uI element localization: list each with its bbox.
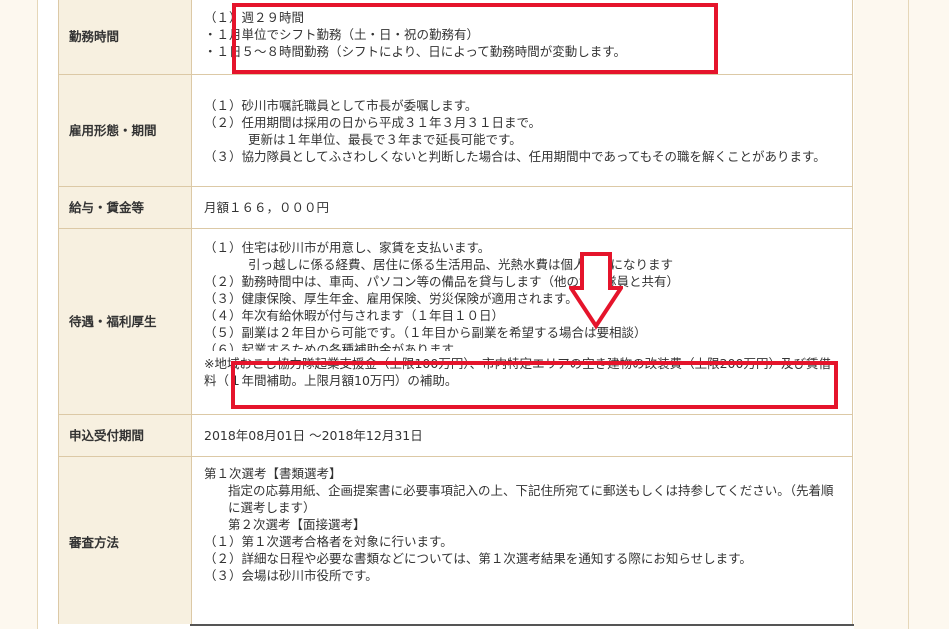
- text-line: （１）砂川市嘱託職員として市長が委嘱します。: [204, 97, 478, 113]
- text-line: （２）詳細な日程や必要な書類などについては、第１次選考結果を通知する際にお知らせ…: [204, 551, 752, 566]
- row-header: 雇用形態・期間: [58, 74, 192, 187]
- text-line: （２）勤務時間中は、車両、パソコン等の備品を貸与します（他の協力隊員と共有）: [204, 274, 680, 289]
- table-row-application-period: 申込受付期間 2018年08月01日 ～2018年12月31日: [58, 414, 853, 457]
- text-line: （１）住宅は砂川市が用意し、家賃を支払います。: [204, 240, 491, 255]
- text-line: 第２次選考【面接選考】: [228, 517, 366, 532]
- text-line: 第１次選考【書類選考】: [204, 466, 342, 481]
- down-arrow-icon: [569, 252, 623, 330]
- table-row-employment: 雇用形態・期間 （１）砂川市嘱託職員として市長が委嘱します。 （２）任用期間は採…: [58, 74, 853, 187]
- text-line: （１）第１次選考合格者を対象に行います。: [204, 534, 453, 549]
- text-line: （３）会場は砂川市役所です。: [204, 568, 378, 583]
- row-content: 2018年08月01日 ～2018年12月31日: [191, 414, 853, 457]
- text-line: （３）健康保険、厚生年金、雇用保険、労災保険が適用されます。: [204, 291, 578, 306]
- row-content: 第１次選考【書類選考】 指定の応募用紙、企画提案書に必要事項記入の上、下記住所宛…: [191, 456, 853, 629]
- recruitment-info-table: 勤務時間 （１）週２９時間 ・１月単位でシフト勤務（土・日・祝の勤務有） ・１日…: [58, 0, 853, 629]
- left-margin: [0, 0, 38, 629]
- row-header: 審査方法: [58, 456, 192, 629]
- bottom-edge: [38, 624, 854, 629]
- highlight-box-work-hours: [232, 3, 718, 74]
- row-header: 待遇・福利厚生: [58, 228, 192, 415]
- right-margin: [854, 0, 949, 629]
- row-content: （１）砂川市嘱託職員として市長が委嘱します。 （２）任用期間は採用の日から平成３…: [191, 74, 853, 187]
- text-line: （６）起業するための各種補助金があります。: [204, 342, 466, 351]
- row-header: 申込受付期間: [58, 414, 192, 457]
- text-line: 更新は１年単位、最長で３年まで延長可能です。: [248, 131, 522, 147]
- text-line: （５）副業は２年目から可能です。（１年目から副業を希望する場合は要相談）: [204, 325, 647, 340]
- highlight-box-startup-support: [231, 361, 838, 409]
- table-row-salary: 給与・賃金等 月額１６６，０００円: [58, 186, 853, 229]
- table-row-screening: 審査方法 第１次選考【書類選考】 指定の応募用紙、企画提案書に必要事項記入の上、…: [58, 456, 853, 629]
- text-line: （２）任用期間は採用の日から平成３１年３月３１日まで。: [204, 114, 542, 130]
- text-line: 指定の応募用紙、企画提案書に必要事項記入の上、下記住所宛てに郵送もしくは持参して…: [228, 483, 834, 515]
- row-header: 勤務時間: [58, 0, 192, 75]
- text-line: 引っ越しに係る経費、居住に係る生活用品、光熱水費は個人負担になります: [248, 257, 674, 272]
- bottom-edge-line: [190, 624, 854, 626]
- text-line: （３）協力隊員としてふさわしくないと判断した場合は、任用期間中であってもその職を…: [204, 148, 826, 164]
- row-header: 給与・賃金等: [58, 186, 192, 229]
- row-content: 月額１６６，０００円: [191, 186, 853, 229]
- right-margin-rule: [908, 0, 909, 629]
- text-line: （４）年次有給休暇が付与されます（１年目１０日）: [204, 308, 505, 323]
